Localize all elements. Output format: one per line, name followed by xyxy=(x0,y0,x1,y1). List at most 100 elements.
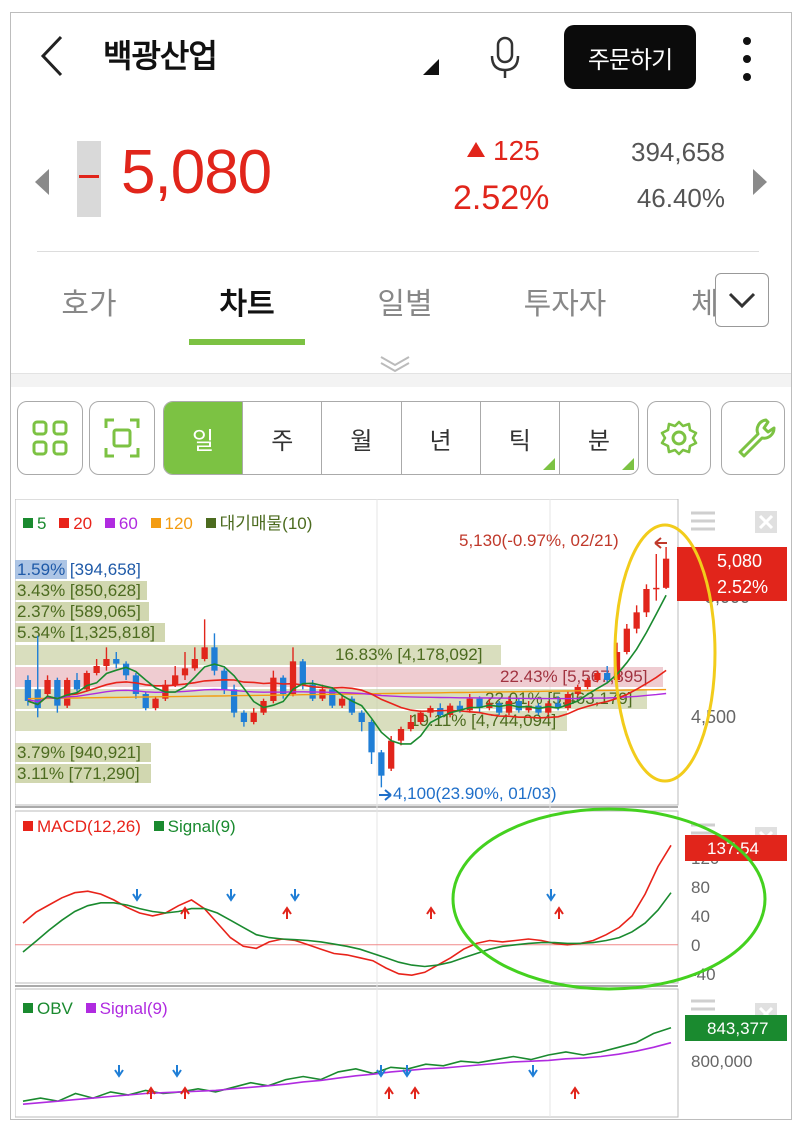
obv-value-tag-label: 843,377 xyxy=(707,1019,768,1038)
tab-chart[interactable]: 차트 xyxy=(215,279,279,323)
price-change: 125 xyxy=(467,135,540,167)
period-week[interactable]: 주 xyxy=(242,402,321,474)
stock-chart[interactable]: 1.59% [394,658] 3.43% [850,628] 2.37% [589… xyxy=(15,499,789,1119)
price-change-percent: 2.52% xyxy=(453,179,550,217)
drag-handle-icon[interactable] xyxy=(377,351,413,375)
volume-profile-label: 3.43% [850,628] xyxy=(17,581,141,600)
legend-macd: MACD(12,26) xyxy=(23,817,141,836)
candle-body xyxy=(103,659,110,666)
legend-ma20: 20 xyxy=(59,514,92,533)
next-stock-arrow-icon[interactable] xyxy=(753,169,767,195)
volume-profile-label: 2.37% [589,065] xyxy=(17,602,141,621)
candle-body xyxy=(240,712,248,722)
candle-body xyxy=(604,673,611,680)
candle-body xyxy=(152,698,159,708)
candle-body xyxy=(73,680,81,690)
candle-body xyxy=(270,677,277,701)
price-change-value: 125 xyxy=(493,135,540,166)
stock-dropdown-icon[interactable] xyxy=(423,59,439,75)
candle-body xyxy=(93,666,100,673)
candle-body xyxy=(378,752,385,776)
candle-body xyxy=(594,673,601,680)
candle-body xyxy=(643,589,650,613)
volume-profile-label: 16.83% [4,178,092] xyxy=(335,645,482,664)
macd-axis-tick: 0 xyxy=(691,936,700,955)
candle-body xyxy=(64,680,71,706)
tab-daily[interactable]: 일별 xyxy=(373,279,437,323)
legend-ma5: 5 xyxy=(23,514,46,533)
candle-body xyxy=(338,698,346,706)
legend-ma60: 60 xyxy=(104,514,138,533)
chart-area[interactable]: 1.59% [394,658] 3.43% [850,628] 2.37% [589… xyxy=(15,499,789,1119)
volume-profile-label: 22.43% [5,567,895] xyxy=(500,667,647,686)
price-legend: 5 20 60 120 대기매물(10) xyxy=(23,509,320,534)
tab-more-button[interactable] xyxy=(715,273,769,327)
volume-profile-label: 1.59% [394,658] xyxy=(17,560,141,579)
section-divider xyxy=(11,373,791,387)
candle-body xyxy=(299,661,306,685)
candle-body xyxy=(417,712,424,722)
price-axis-label: 4,500 xyxy=(691,707,736,727)
macd-value-tag-label: 137.54 xyxy=(707,839,759,858)
candle-body xyxy=(653,587,660,590)
layout-grid-button[interactable] xyxy=(17,401,83,475)
candle-body xyxy=(230,689,238,713)
candle-body xyxy=(505,701,513,713)
volume-profile-label: 3.11% [771,290] xyxy=(17,764,140,783)
candle-body xyxy=(181,668,189,676)
up-triangle-icon xyxy=(467,142,485,157)
candle-body xyxy=(113,659,120,664)
top-bar: 백광산업 주문하기 xyxy=(11,13,791,103)
candle-body xyxy=(201,647,208,659)
legend-obv-signal: Signal(9) xyxy=(85,999,168,1018)
legend-macd-signal: Signal(9) xyxy=(153,817,236,836)
gear-icon xyxy=(660,420,698,456)
period-selector: 일 주 월 년 틱 분 xyxy=(163,401,639,475)
panel-menu-icon[interactable] xyxy=(691,999,715,1011)
macd-axis-tick: 80 xyxy=(691,878,710,897)
candle-body xyxy=(407,722,414,729)
candle-body xyxy=(250,712,257,722)
tab-investor[interactable]: 투자자 xyxy=(517,279,613,323)
tab-orderbook[interactable]: 호가 xyxy=(57,279,121,323)
candle-body xyxy=(545,703,552,713)
current-price-tag-percent: 2.52% xyxy=(717,577,768,597)
volume-profile-label: 3.79% [940,921] xyxy=(17,743,141,762)
fullscreen-button[interactable] xyxy=(89,401,155,475)
grid-icon xyxy=(32,420,68,456)
period-minute[interactable]: 분 xyxy=(558,402,638,474)
candle-body xyxy=(388,740,395,769)
legend-obv: OBV xyxy=(23,999,73,1018)
legend-volume-profile: 대기매물(10) xyxy=(205,514,312,533)
more-menu-icon[interactable] xyxy=(739,37,755,81)
period-day[interactable]: 일 xyxy=(164,402,243,474)
legend-ma120: 120 xyxy=(150,514,193,533)
app-frame: 백광산업 주문하기 5,080 125 2.52% 394,658 46.40%… xyxy=(10,12,792,1120)
candle-body xyxy=(623,628,630,652)
period-year[interactable]: 년 xyxy=(400,402,480,474)
tab-trades[interactable]: 체 xyxy=(691,279,715,323)
tools-button[interactable] xyxy=(721,401,785,475)
macd-legend: MACD(12,26) Signal(9) xyxy=(23,817,244,837)
prev-stock-arrow-icon[interactable] xyxy=(35,169,49,195)
candle-body xyxy=(54,680,61,706)
settings-button[interactable] xyxy=(647,401,711,475)
candle-body xyxy=(142,694,149,708)
period-tick[interactable]: 틱 xyxy=(479,402,559,474)
order-button[interactable]: 주문하기 xyxy=(564,25,696,89)
back-icon[interactable] xyxy=(33,31,73,81)
candle-body xyxy=(122,663,130,676)
stock-title[interactable]: 백광산업 xyxy=(103,31,218,77)
high-price-label: 5,130(-0.97%, 02/21) xyxy=(459,531,619,550)
current-price-tag-value: 5,080 xyxy=(717,551,762,571)
candle-body xyxy=(358,712,365,722)
microphone-icon[interactable] xyxy=(487,35,523,81)
price-range-bar xyxy=(77,141,101,217)
candle-body xyxy=(633,612,640,629)
low-price-label: 4,100(23.90%, 01/03) xyxy=(393,784,557,803)
panel-menu-icon[interactable] xyxy=(691,511,715,531)
active-tab-indicator xyxy=(189,339,305,345)
period-month[interactable]: 월 xyxy=(321,402,400,474)
obv-legend: OBV Signal(9) xyxy=(23,999,176,1019)
close-icon[interactable] xyxy=(755,511,777,533)
